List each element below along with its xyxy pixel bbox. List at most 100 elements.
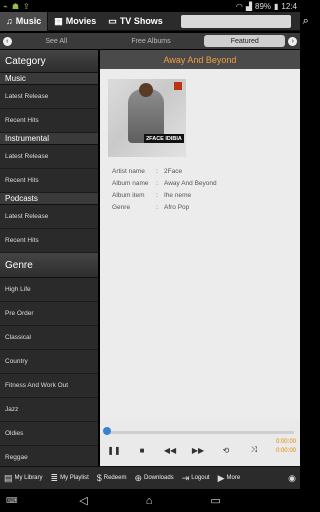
sidebar-item-genre[interactable]: Oldies (0, 422, 98, 446)
info-row-artist: Artist name:2Face (112, 165, 217, 177)
my-library-button[interactable]: ▤ My Library (0, 473, 47, 484)
logout-icon: ⇥ (181, 472, 190, 483)
sidebar-item-genre[interactable]: Reggae (0, 446, 98, 466)
search-icon[interactable]: ⌕ (303, 15, 309, 28)
tab-music[interactable]: ♫ Music (0, 11, 49, 31)
info-value: 2Face (164, 167, 183, 175)
info-key: Album name (112, 179, 149, 187)
nav-label: Downloads (144, 475, 174, 481)
info-colon: : (156, 167, 158, 175)
tv-icon: ▭ (108, 15, 117, 26)
media-player: 0:00:00 0:00:00 ❚❚ ■ ◀◀ ▶▶ ⟲ ⤨ (100, 420, 300, 466)
stop-icon[interactable]: ■ (128, 446, 156, 455)
nav-label: Logout (191, 475, 210, 481)
info-value: Away And Beyond (164, 179, 217, 187)
downloads-button[interactable]: ⊕ Downloads (130, 473, 177, 484)
recent-apps-icon[interactable]: ▭ (210, 494, 220, 507)
sidebar-item-music-recent[interactable]: Recent Hits (0, 109, 98, 133)
wifi-icon: ◠ (235, 1, 243, 11)
category-header: Category (0, 50, 98, 73)
prev-arrow-icon[interactable]: ‹ (3, 36, 12, 46)
section-music: Music (0, 73, 98, 85)
app-bar: ♫ Music ▦ Movies ▭ TV Shows ⌕ (0, 11, 309, 31)
search-input[interactable]: ⌕ (180, 14, 309, 28)
player-controls: ❚❚ ■ ◀◀ ▶▶ ⟲ ⤨ (100, 442, 300, 458)
tab-movies-label: Movies (65, 16, 97, 26)
sidebar-item-genre[interactable]: Fitness And Work Out (0, 374, 98, 398)
sidebar-item-genre[interactable]: Country (0, 350, 98, 374)
section-podcasts: Podcasts (0, 193, 98, 205)
signal-icon: ▟ (245, 1, 252, 11)
info-colon: : (156, 191, 158, 199)
repeat-icon[interactable]: ⟲ (212, 446, 240, 455)
headphones-icon: ◉ (288, 472, 296, 483)
tab-tv-shows[interactable]: ▭ TV Shows (102, 12, 169, 31)
pause-icon[interactable]: ❚❚ (100, 446, 128, 455)
system-status: ◠ ▟ 89% ▮ 12:4 (236, 2, 297, 11)
music-note-icon: ♫ (6, 16, 13, 26)
featured-button[interactable]: Featured (204, 35, 286, 47)
info-key: Artist name (112, 167, 145, 175)
sidebar-item-instrumental-latest[interactable]: Latest Release (0, 145, 98, 169)
seek-bar[interactable] (106, 431, 294, 434)
shuffle-icon[interactable]: ⤨ (240, 445, 268, 455)
album-info: Artist name:2Face Album name: Away And Be… (112, 165, 217, 213)
nav-label: Redeem (103, 475, 127, 481)
home-icon[interactable]: ⌂ (146, 495, 153, 507)
free-albums-link[interactable]: Free Albums (98, 38, 204, 45)
fast-forward-icon[interactable]: ▶▶ (184, 446, 212, 455)
cover-title: 2FACE IDIBIA (144, 134, 184, 143)
upload-icon: ⇪ (23, 1, 30, 11)
next-arrow-icon[interactable]: › (288, 36, 298, 46)
album-detail-panel: Away And Beyond 2FACE IDIBIA Artist name… (100, 50, 300, 420)
sidebar-item-genre[interactable]: Jazz (0, 398, 98, 422)
status-bar: ⌁ ☗ ⇪ ◠ ▟ 89% ▮ 12:4 (0, 0, 300, 12)
label-logo-icon (174, 82, 182, 90)
tab-movies[interactable]: ▦ Movies (48, 12, 102, 31)
redeem-button[interactable]: $ Redeem (93, 473, 131, 483)
logout-button[interactable]: ⇥ Logout (178, 473, 214, 484)
sidebar-item-instrumental-recent[interactable]: Recent Hits (0, 169, 98, 193)
artist-head (139, 83, 153, 97)
dollar-icon: $ (96, 473, 102, 483)
nav-label: My Library (14, 475, 43, 481)
info-row-item: Album item: Ihe neme (112, 189, 217, 201)
sidebar-item-podcasts-latest[interactable]: Latest Release (0, 205, 98, 229)
see-all-link[interactable]: See All (15, 38, 98, 45)
app-logo-icon[interactable]: ◉ (284, 473, 300, 484)
info-row-album: Album name: Away And Beyond (112, 177, 217, 189)
info-value: Afro Pop (164, 203, 190, 211)
info-key: Album item (112, 191, 145, 199)
section-instrumental: Instrumental (0, 133, 98, 145)
back-icon[interactable]: ◁ (79, 494, 87, 507)
keyboard-icon[interactable]: ⌨ (6, 496, 18, 505)
clock: 12:4 (281, 1, 297, 11)
info-key: Genre (112, 203, 131, 211)
seek-knob[interactable] (103, 427, 111, 435)
info-colon: : (156, 203, 158, 211)
sidebar-item-music-latest[interactable]: Latest Release (0, 85, 98, 109)
system-nav-bar: ⌨ ◁ ⌂ ▭ (0, 489, 300, 512)
album-title: Away And Beyond (100, 50, 300, 69)
usb-icon: ⌁ (3, 1, 8, 11)
battery-icon: ▮ (274, 1, 279, 11)
notification-icons: ⌁ ☗ ⇪ (3, 2, 30, 11)
bottom-nav: ▤ My Library ≣ My Playlist $ Redeem ⊕ Downlo… (0, 466, 300, 489)
genre-header: Genre (0, 253, 98, 278)
more-button[interactable]: ▶ More (214, 473, 245, 484)
film-icon: ▦ (54, 15, 63, 26)
sidebar-item-podcasts-recent[interactable]: Recent Hits (0, 229, 98, 253)
album-cover[interactable]: 2FACE IDIBIA (108, 79, 186, 157)
sidebar-item-genre[interactable]: Pre Order (0, 302, 98, 326)
info-row-genre: Genre: Afro Pop (112, 201, 217, 213)
sidebar-item-genre[interactable]: Classical (0, 326, 98, 350)
tab-music-label: Music (15, 16, 42, 26)
rewind-icon[interactable]: ◀◀ (156, 446, 184, 455)
download-icon: ⊕ (134, 472, 142, 483)
android-icon: ☗ (11, 1, 19, 11)
playlist-icon: ≣ (50, 472, 59, 483)
sidebar-item-genre[interactable]: High Life (0, 278, 98, 302)
category-sidebar: Category Music Latest Release Recent Hit… (0, 50, 98, 466)
tab-tv-label: TV Shows (119, 16, 163, 26)
my-playlist-button[interactable]: ≣ My Playlist (47, 473, 93, 484)
